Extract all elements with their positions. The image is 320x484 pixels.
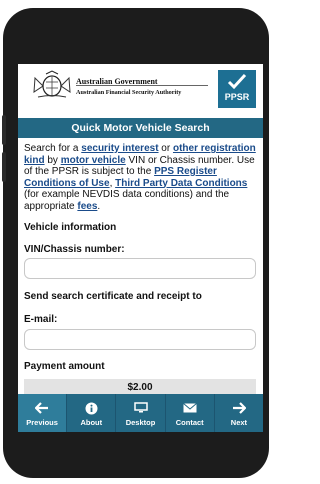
arrow-right-icon: [232, 400, 246, 416]
intro-text: Search for a security interest or other …: [24, 143, 259, 212]
previous-button[interactable]: Previous: [18, 394, 68, 432]
next-button[interactable]: Next: [215, 394, 263, 432]
info-icon: [85, 400, 98, 416]
phone-screen: Australian Government Australian Financi…: [18, 64, 263, 432]
envelope-icon: [182, 400, 197, 416]
email-input[interactable]: [24, 329, 256, 350]
branding-divider: [76, 85, 208, 86]
intro-text-part: Search for a: [24, 143, 82, 154]
previous-label: Previous: [26, 418, 58, 427]
security-interest-link[interactable]: security interest: [81, 143, 158, 154]
third-party-data-conditions-link[interactable]: Third Party Data Conditions: [115, 178, 247, 189]
contact-label: Contact: [175, 418, 204, 427]
fees-link[interactable]: fees: [77, 201, 97, 212]
government-branding: Australian Government Australian Financi…: [76, 76, 181, 98]
coat-of-arms-icon: [33, 70, 71, 98]
about-label: About: [80, 418, 103, 427]
contact-button[interactable]: Contact: [166, 394, 215, 432]
desktop-button[interactable]: Desktop: [116, 394, 166, 432]
about-button[interactable]: About: [67, 394, 117, 432]
bottom-toolbar: Previous About Desktop Contact Next: [18, 394, 263, 432]
intro-text-part: .: [97, 200, 101, 212]
intro-text-part: or: [158, 143, 173, 154]
ppsr-logo[interactable]: PPSR: [218, 70, 256, 108]
desktop-label: Desktop: [125, 418, 156, 427]
vin-input[interactable]: [24, 258, 256, 279]
ppsr-logo-text: PPSR: [224, 92, 250, 102]
monitor-icon: [133, 400, 148, 416]
gov-line-2: Australian Financial Security Authority: [76, 89, 182, 96]
intro-text-part: by: [44, 154, 61, 166]
arrow-left-icon: [35, 400, 49, 416]
next-label: Next: [230, 418, 248, 427]
volume-down-button: [2, 152, 6, 182]
checkmark-icon: [227, 73, 247, 90]
page-title: Quick Motor Vehicle Search: [18, 118, 263, 138]
vehicle-info-heading: Vehicle information: [24, 222, 117, 233]
motor-vehicle-link[interactable]: motor vehicle: [61, 155, 126, 166]
email-label: E-mail:: [24, 314, 58, 325]
intro-text-part: (for example NEVDIS data conditions) and…: [24, 189, 230, 212]
volume-up-button: [2, 115, 6, 145]
site-header: Australian Government Australian Financi…: [18, 64, 263, 117]
vin-label: VIN/Chassis number:: [24, 244, 125, 255]
send-certificate-heading: Send search certificate and receipt to: [24, 291, 202, 302]
payment-amount-heading: Payment amount: [24, 361, 105, 372]
